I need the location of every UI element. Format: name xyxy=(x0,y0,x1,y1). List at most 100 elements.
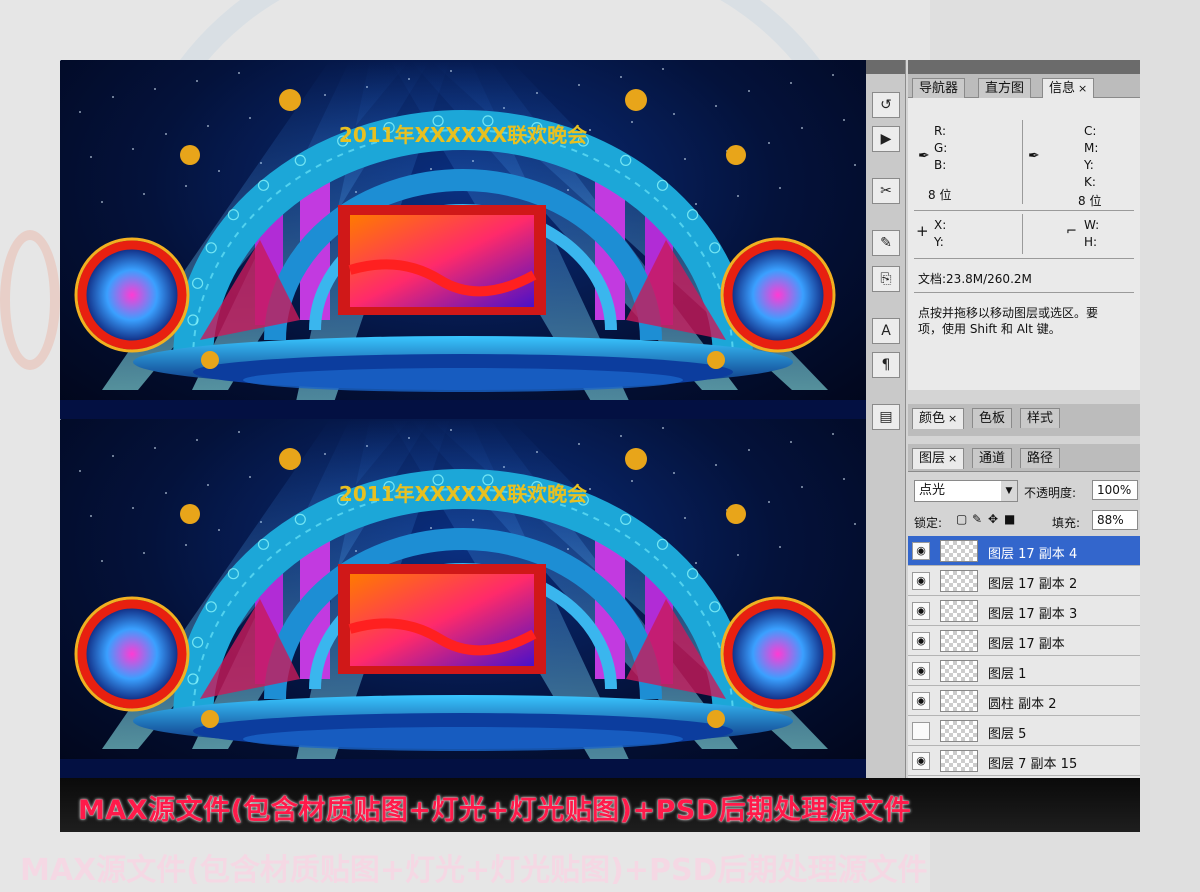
layers-tab-label: 通道 xyxy=(979,451,1006,466)
layer-name: 圆柱 副本 2 xyxy=(988,697,1057,712)
info-divider-3 xyxy=(914,292,1134,293)
layer-name: 图层 5 xyxy=(988,727,1027,742)
info-divider-vertical-2 xyxy=(1022,214,1023,254)
layers-tab-label: 路径 xyxy=(1027,451,1054,466)
stage-illustration: 2011年XXXXXX联欢晚会 xyxy=(60,60,866,419)
eyedropper-icon: ✒ xyxy=(918,148,930,164)
background-ring-ghost xyxy=(0,230,60,370)
blend-mode-select[interactable]: 点光 ▼ xyxy=(914,480,1018,502)
info-bit-left: 8 位 xyxy=(928,188,952,202)
visibility-eye-icon[interactable]: ◉ xyxy=(912,692,930,710)
close-icon[interactable]: × xyxy=(1078,82,1087,95)
history-icon[interactable]: ↺ xyxy=(872,92,900,118)
info-divider-1 xyxy=(914,210,1134,211)
crosshair-icon: + xyxy=(916,222,929,240)
info-r-label: R: xyxy=(934,124,947,138)
info-g-label: G: xyxy=(934,141,948,155)
stage-render-area: 2011年XXXXXX联欢晚会 2011年XXXXXX联欢晚会 xyxy=(60,60,866,778)
layer-name: 图层 1 xyxy=(988,667,1027,682)
layers-tab-2[interactable]: 路径 xyxy=(1020,448,1061,468)
info-k-label: K: xyxy=(1084,175,1096,189)
color-tab-label: 样式 xyxy=(1027,411,1054,426)
layer-name: 图层 17 副本 3 xyxy=(988,607,1078,622)
info-tab-label: 直方图 xyxy=(985,81,1025,96)
layer-row[interactable]: ◉ 图层 17 副本 3 xyxy=(908,596,1140,626)
info-tab-0[interactable]: 导航器 xyxy=(912,78,966,98)
lock-all-icon[interactable]: ■ xyxy=(1004,512,1015,526)
layer-thumbnail xyxy=(940,750,978,772)
paragraph-icon[interactable]: ¶ xyxy=(872,352,900,378)
color-tab-1[interactable]: 色板 xyxy=(972,408,1013,428)
visibility-eye-icon[interactable]: ◉ xyxy=(912,572,930,590)
opacity-label: 不透明度: xyxy=(1024,486,1077,500)
stage-render-top: 2011年XXXXXX联欢晚会 xyxy=(60,60,866,419)
photoshop-panels: ↺ ▶ ✂ ✎ ⎘ A ¶ ▤ 导航器 直方图 信息 × ✒ R: G: B: 8 位… xyxy=(866,60,1140,778)
layers-tab-1[interactable]: 通道 xyxy=(972,448,1013,468)
color-tab-0[interactable]: 颜色 × xyxy=(912,408,965,429)
lock-position-icon[interactable]: ✥ xyxy=(988,512,998,526)
layer-name: 图层 7 副本 15 xyxy=(988,757,1078,772)
layer-row[interactable]: 图层 5 xyxy=(908,716,1140,746)
info-c-label: C: xyxy=(1084,124,1097,138)
brushes-icon[interactable]: ✎ xyxy=(872,230,900,256)
layer-row[interactable]: ◉ 图层 1 xyxy=(908,656,1140,686)
visibility-eye-icon[interactable]: ◉ xyxy=(912,632,930,650)
layer-row[interactable]: ◉ 图层 17 副本 2 xyxy=(908,566,1140,596)
info-tab-label: 信息 xyxy=(1049,81,1076,96)
notes-icon[interactable]: ▤ xyxy=(872,404,900,430)
clone-source-icon[interactable]: ⎘ xyxy=(872,266,900,292)
layer-row[interactable]: ◉ 圆柱 副本 2 xyxy=(908,686,1140,716)
chevron-down-icon: ▼ xyxy=(1001,481,1017,501)
info-tab-1[interactable]: 直方图 xyxy=(978,78,1032,98)
layer-row[interactable]: ◉ 图层 7 副本 15 xyxy=(908,746,1140,776)
info-b-label: B: xyxy=(934,158,947,172)
fill-input[interactable]: 88% xyxy=(1092,510,1138,530)
info-y2-label: Y: xyxy=(934,235,944,249)
close-icon[interactable]: × xyxy=(948,452,957,465)
stage-banner-text: 2011年XXXXXX联欢晚会 xyxy=(339,482,587,506)
tool-presets-icon[interactable]: ✂ xyxy=(872,178,900,204)
color-tab-label: 颜色 xyxy=(919,411,946,426)
visibility-eye-icon[interactable]: ◉ xyxy=(912,602,930,620)
fill-label: 填充: xyxy=(1052,516,1081,530)
info-h-label: H: xyxy=(1084,235,1098,249)
iconbar-header xyxy=(866,60,905,74)
info-divider-2 xyxy=(914,258,1134,259)
layer-row[interactable]: ◉ 图层 17 副本 xyxy=(908,626,1140,656)
layers-tab-0[interactable]: 图层 × xyxy=(912,448,965,469)
layer-name: 图层 17 副本 2 xyxy=(988,577,1078,592)
layer-row[interactable]: ◉ 图层 17 副本 4 xyxy=(908,536,1140,566)
preview-frame: 2011年XXXXXX联欢晚会 2011年XXXXXX联欢晚会 ↺ ▶ ✂ ✎ xyxy=(60,60,1140,832)
visibility-eye-icon[interactable] xyxy=(912,722,930,740)
caption-strip: MAX源文件(包含材质贴图+灯光+灯光贴图)+PSD后期处理源文件 xyxy=(60,778,1140,832)
info-y-label: Y: xyxy=(1084,158,1094,172)
lock-label: 锁定: xyxy=(914,516,943,530)
info-m-label: M: xyxy=(1084,141,1099,155)
layer-thumbnail xyxy=(940,660,978,682)
bottom-caption-watermark: MAX源文件(包含材质贴图+灯光+灯光贴图)+PSD后期处理源文件 xyxy=(20,853,928,888)
lock-pixels-icon[interactable]: ✎ xyxy=(972,512,982,526)
close-icon[interactable]: × xyxy=(948,412,957,425)
visibility-eye-icon[interactable]: ◉ xyxy=(912,542,930,560)
color-tab-2[interactable]: 样式 xyxy=(1020,408,1061,428)
caption-text: MAX源文件(包含材质贴图+灯光+灯光贴图)+PSD后期处理源文件 xyxy=(78,795,912,826)
info-w-label: W: xyxy=(1084,218,1100,232)
info-hint-line2: 项，使用 Shift 和 Alt 键。 xyxy=(918,322,1061,336)
panel-icon-bar: ↺ ▶ ✂ ✎ ⎘ A ¶ ▤ xyxy=(866,60,906,778)
dock-header xyxy=(908,60,1140,74)
visibility-eye-icon[interactable]: ◉ xyxy=(912,752,930,770)
actions-icon[interactable]: ▶ xyxy=(872,126,900,152)
opacity-input[interactable]: 100% xyxy=(1092,480,1138,500)
character-icon[interactable]: A xyxy=(872,318,900,344)
blend-mode-value: 点光 xyxy=(919,483,946,498)
layer-name: 图层 17 副本 xyxy=(988,637,1065,652)
info-tab-2[interactable]: 信息 × xyxy=(1042,78,1095,99)
layer-thumbnail xyxy=(940,570,978,592)
info-divider-vertical xyxy=(1022,120,1023,204)
stage-banner-text: 2011年XXXXXX联欢晚会 xyxy=(339,123,587,147)
color-dock: 颜色 × 色板 样式 xyxy=(908,404,1140,436)
lock-transparent-icon[interactable]: ▢ xyxy=(956,512,967,526)
panel-dock: 导航器 直方图 信息 × ✒ R: G: B: 8 位 ✒ C: M: Y: K: 8… xyxy=(908,60,1140,778)
visibility-eye-icon[interactable]: ◉ xyxy=(912,662,930,680)
layer-thumbnail xyxy=(940,720,978,742)
